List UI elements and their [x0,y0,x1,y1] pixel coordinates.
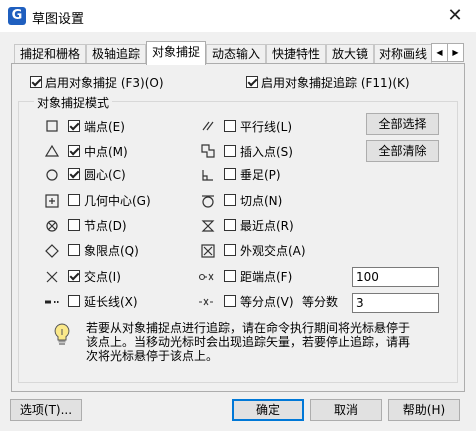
extension-label: 延长线(X) [84,295,138,309]
circle-marker-icon [44,167,60,183]
distance-value-field[interactable]: 100 [352,267,439,287]
quadrant-checkbox[interactable] [68,244,80,256]
divide-point-icon [198,294,214,310]
tab-scroll-buttons: ◀ ▶ [431,43,464,62]
enable-tracking-label: 启用对象捕捉追踪 (F11)(K) [261,76,410,90]
center-label: 圆心(C) [84,168,126,182]
app-logo-icon: G [8,7,26,25]
center-checkbox[interactable] [68,168,80,180]
geometric-center-checkbox[interactable] [68,194,80,206]
ok-button[interactable]: 确定 [232,399,304,421]
tangent-marker-icon [200,193,216,209]
parallel-marker-icon [200,118,216,134]
distance-point-label: 距端点(F) [240,270,293,284]
tab-dynamic-input[interactable]: 动态输入 [206,44,266,64]
tab-scroll-left-icon[interactable]: ◀ [431,43,448,62]
x-marker-icon [44,269,60,285]
tab-quick-properties[interactable]: 快捷特性 [266,44,326,64]
tab-polar-tracking[interactable]: 极轴追踪 [86,44,146,64]
tab-object-snap[interactable]: 对象捕捉 [146,41,206,65]
diamond-marker-icon [44,243,60,259]
distance-point-icon [198,269,214,285]
divide-count-label: 等分数 [302,295,339,309]
divide-point-label: 等分点(V) [240,295,294,309]
endpoint-label: 端点(E) [84,120,125,134]
insert-label: 插入点(S) [240,145,293,159]
extension-marker-icon [44,294,60,310]
enable-osnap-label: 启用对象捕捉 (F3)(O) [45,76,164,90]
node-label: 节点(D) [84,219,127,233]
help-button[interactable]: 帮助(H) [388,399,460,421]
parallel-checkbox[interactable] [224,120,236,132]
distance-point-checkbox[interactable] [224,270,236,282]
divide-point-checkbox[interactable] [224,295,236,307]
perpendicular-marker-icon [200,167,216,183]
nearest-checkbox[interactable] [224,219,236,231]
midpoint-label: 中点(M) [84,145,128,159]
enable-tracking-checkbox[interactable] [246,76,258,88]
midpoint-checkbox[interactable] [68,145,80,157]
lightbulb-icon [52,322,72,348]
apparent-intersection-label: 外观交点(A) [240,244,306,258]
node-checkbox[interactable] [68,219,80,231]
window-title: 草图设置 [32,12,85,27]
close-icon[interactable]: ✕ [440,3,470,29]
apparent-intersection-checkbox[interactable] [224,244,236,256]
perpendicular-checkbox[interactable] [224,168,236,180]
endpoint-checkbox[interactable] [68,120,80,132]
tab-symmetric-line[interactable]: 对称画线 [374,44,432,64]
intersection-checkbox[interactable] [68,270,80,282]
tab-scroll-right-icon[interactable]: ▶ [447,43,464,62]
clear-all-button[interactable]: 全部清除 [366,140,439,162]
triangle-marker-icon [44,143,60,159]
perpendicular-label: 垂足(P) [240,168,281,182]
select-all-button[interactable]: 全部选择 [366,113,439,135]
tangent-checkbox[interactable] [224,194,236,206]
nearest-label: 最近点(R) [240,219,294,233]
square-marker-icon [44,118,60,134]
tracking-tip-text: 若要从对象捕捉点进行追踪，请在命令执行期间将光标悬停于该点上。当移动光标时会出现… [86,321,411,363]
tangent-label: 切点(N) [240,194,283,208]
nearest-marker-icon [200,218,216,234]
tab-snap-grid[interactable]: 捕捉和栅格 [14,44,86,64]
intersection-label: 交点(I) [84,270,121,284]
insert-checkbox[interactable] [224,145,236,157]
parallel-label: 平行线(L) [240,120,293,134]
extension-checkbox[interactable] [68,295,80,307]
enable-osnap-checkbox[interactable] [30,76,42,88]
divide-count-field[interactable]: 3 [352,293,439,313]
tab-magnifier[interactable]: 放大镜 [326,44,374,64]
geometric-center-icon [44,193,60,209]
cancel-button[interactable]: 取消 [310,399,382,421]
insert-marker-icon [200,143,216,159]
quadrant-label: 象限点(Q) [84,244,139,258]
apparent-intersection-icon [200,243,216,259]
options-button[interactable]: 选项(T)... [10,399,82,421]
snap-modes-group-title: 对象捕捉模式 [34,94,113,111]
geometric-center-label: 几何中心(G) [84,194,151,208]
node-marker-icon [44,218,60,234]
